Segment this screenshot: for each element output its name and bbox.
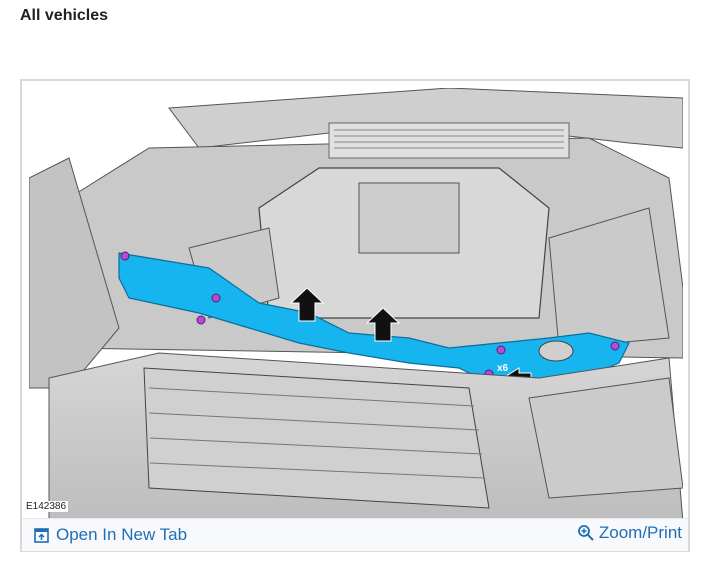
engine-bay-illustration [29,88,683,522]
front-grille [143,367,490,509]
engine-illustration-svg [29,88,683,522]
headlight-right [528,377,683,499]
page: All vehicles x6 E142386 Open In New Tab … [0,0,717,581]
open-new-tab-label: Open In New Tab [56,525,188,544]
figure-panel: x6 [20,79,690,552]
section-title: All vehicles [20,7,109,24]
figure-footer: Open In New Tab Zoom/Print [22,518,688,551]
zoom-icon [577,524,595,542]
open-new-tab-link[interactable]: Open In New Tab [34,525,187,545]
cowl-vent [328,122,570,159]
callout-count: x6 [497,363,509,374]
zoom-print-link[interactable]: Zoom/Print [577,523,682,543]
open-new-tab-icon [34,527,49,543]
engine-cover-panel [358,182,460,254]
figure-id-label: E142386 [24,501,69,512]
reservoir-cap [538,340,574,362]
zoom-print-label: Zoom/Print [598,523,682,542]
